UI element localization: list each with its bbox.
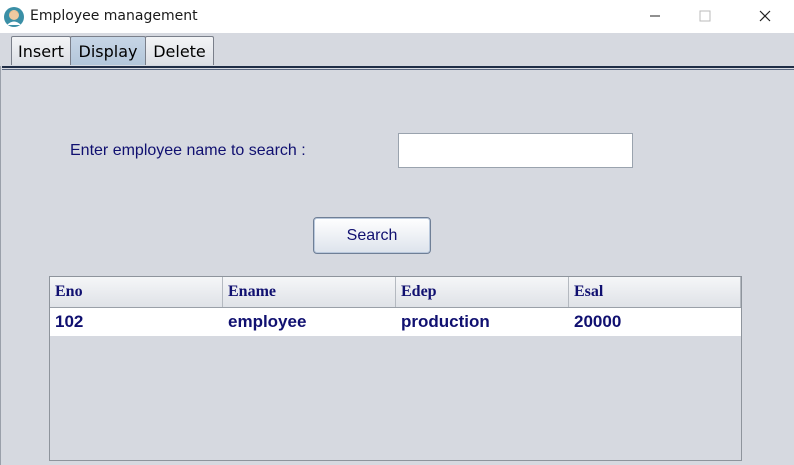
minimize-icon <box>649 7 661 26</box>
cell-eno: 102 <box>55 312 84 331</box>
tab-strip: Insert Display Delete <box>0 33 794 66</box>
maximize-icon <box>699 7 711 26</box>
close-icon <box>759 7 771 26</box>
panel-border <box>0 66 1 465</box>
cell-edep: production <box>401 312 490 331</box>
tab-divider-shadow <box>2 69 794 70</box>
cell-esal: 20000 <box>574 312 622 331</box>
close-button[interactable] <box>742 0 788 33</box>
column-header-ename[interactable]: Ename <box>223 277 396 307</box>
title-bar: Employee management <box>0 0 794 33</box>
employee-table: Eno Ename Edep Esal 102 employee product… <box>49 276 742 461</box>
column-header-esal[interactable]: Esal <box>569 277 741 307</box>
search-label: Enter employee name to search : <box>70 142 306 159</box>
tab-display[interactable]: Display <box>70 36 146 65</box>
window-title: Employee management <box>30 8 198 24</box>
tab-divider <box>2 66 794 68</box>
table-header: Eno Ename Edep Esal <box>50 277 741 308</box>
column-header-eno[interactable]: Eno <box>50 277 223 307</box>
cell-ename: employee <box>228 312 307 331</box>
maximize-button[interactable] <box>682 0 728 33</box>
minimize-button[interactable] <box>632 0 678 33</box>
tab-delete[interactable]: Delete <box>145 36 214 65</box>
table-row[interactable]: 102 employee production 20000 <box>50 308 741 336</box>
tab-insert[interactable]: Insert <box>11 36 71 65</box>
column-header-edep[interactable]: Edep <box>396 277 569 307</box>
person-avatar-icon <box>4 7 24 27</box>
employee-name-input[interactable] <box>398 133 633 168</box>
search-button[interactable]: Search <box>313 217 431 254</box>
